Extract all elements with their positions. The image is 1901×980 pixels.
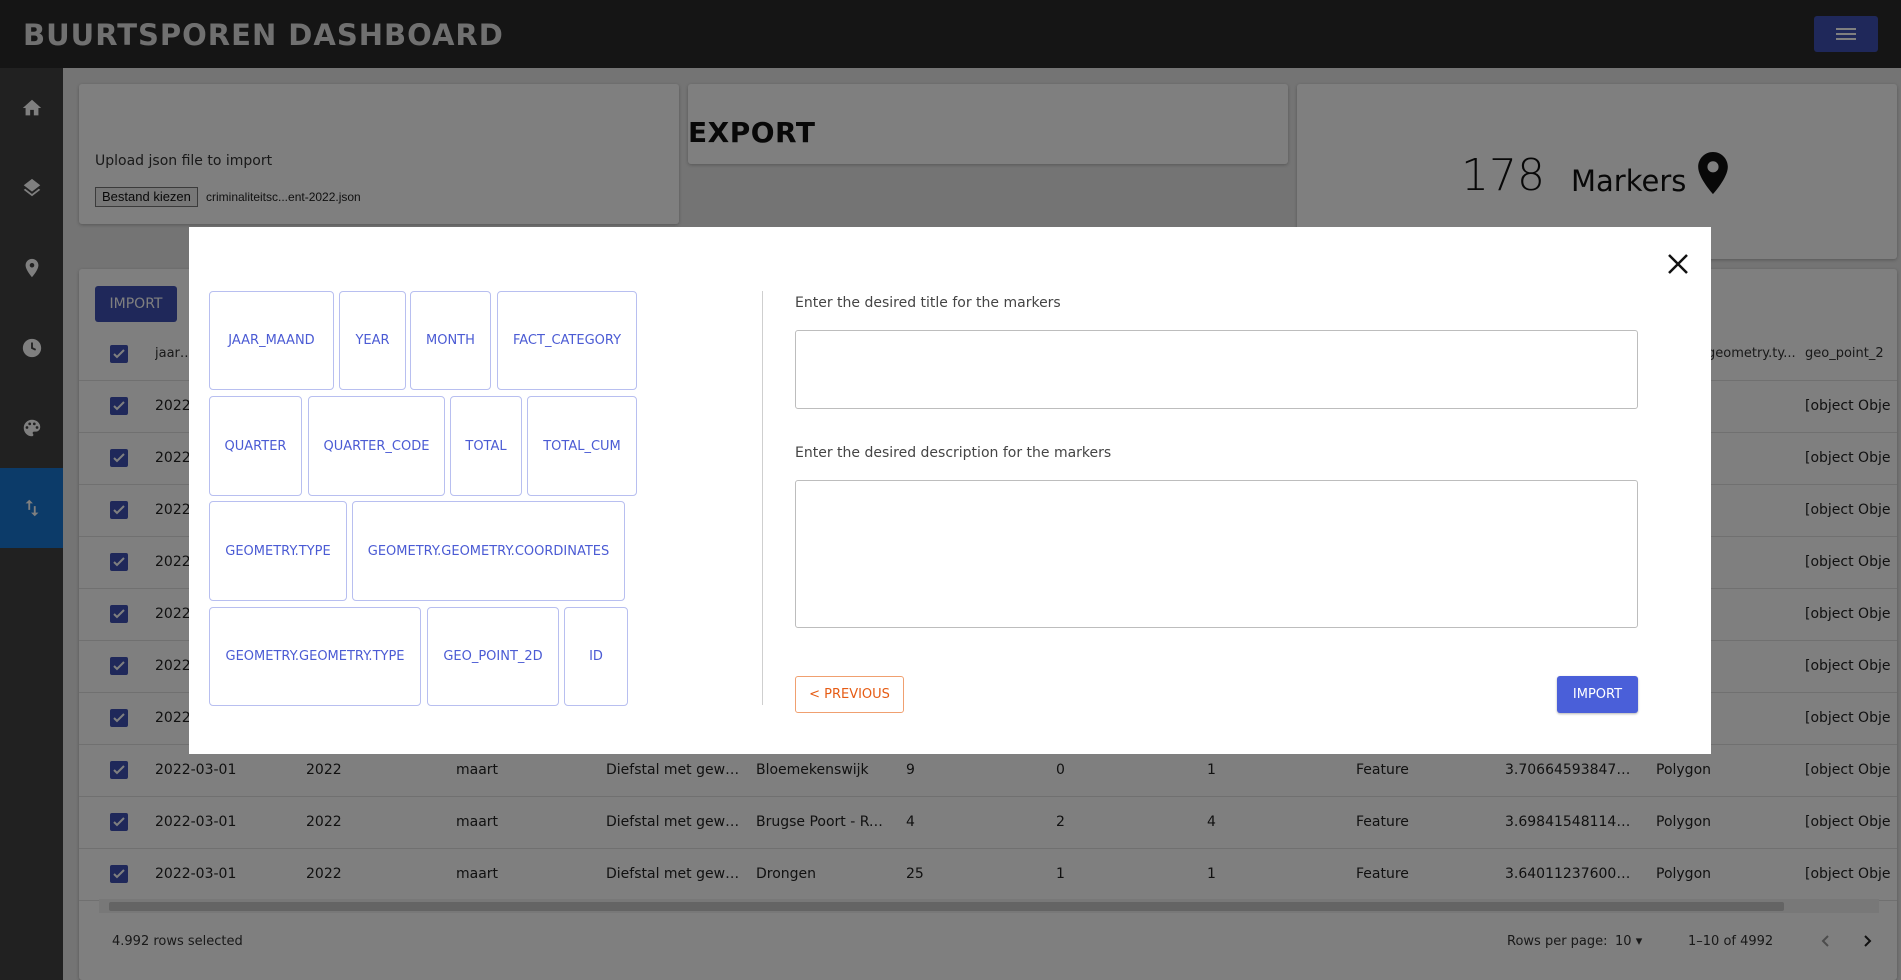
field-chip-jaar-maand[interactable]: JAAR_MAAND: [209, 291, 334, 390]
field-chip-total-cum[interactable]: TOTAL_CUM: [527, 396, 637, 496]
modal-import-button[interactable]: IMPORT: [1557, 676, 1638, 713]
description-field-label: Enter the desired description for the ma…: [795, 445, 1112, 461]
field-chip-id[interactable]: ID: [564, 607, 628, 706]
field-chip-total[interactable]: TOTAL: [450, 396, 522, 496]
field-chip-month[interactable]: MONTH: [410, 291, 491, 390]
import-modal: JAAR_MAAND YEAR MONTH FACT_CATEGORY QUAR…: [189, 227, 1711, 754]
modal-divider: [762, 291, 763, 705]
field-chip-geometry-coordinates[interactable]: GEOMETRY.GEOMETRY.COORDINATES: [352, 501, 625, 601]
title-field-label: Enter the desired title for the markers: [795, 295, 1061, 311]
title-field[interactable]: [795, 330, 1638, 409]
field-chip-geometry-type[interactable]: GEOMETRY.TYPE: [209, 501, 347, 601]
field-chip-quarter[interactable]: QUARTER: [209, 396, 302, 496]
close-button[interactable]: [1663, 249, 1693, 279]
description-field[interactable]: [795, 480, 1638, 628]
field-chip-fact-category[interactable]: FACT_CATEGORY: [497, 291, 637, 390]
close-icon: [1668, 254, 1688, 274]
field-chip-year[interactable]: YEAR: [339, 291, 406, 390]
previous-button[interactable]: < PREVIOUS: [795, 676, 904, 713]
field-chip-geo-point-2d[interactable]: GEO_POINT_2D: [427, 607, 559, 706]
field-chip-quarter-code[interactable]: QUARTER_CODE: [308, 396, 445, 496]
field-chip-geometry-geometry-type[interactable]: GEOMETRY.GEOMETRY.TYPE: [209, 607, 421, 706]
